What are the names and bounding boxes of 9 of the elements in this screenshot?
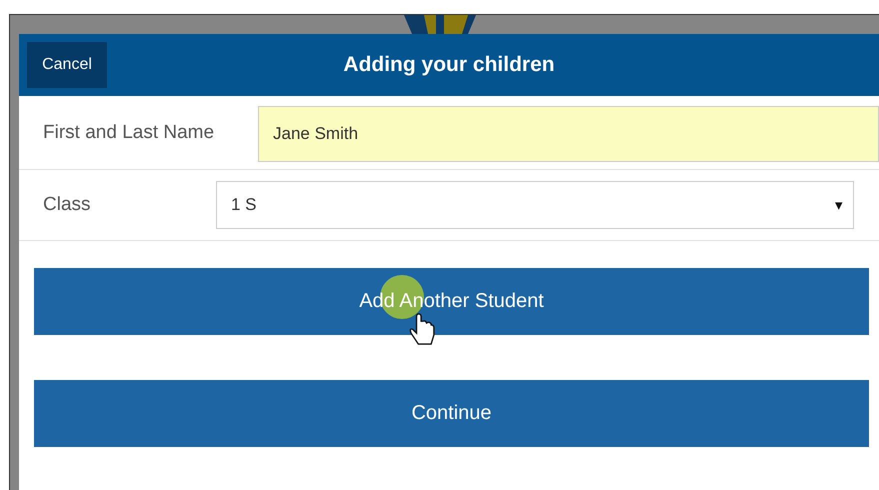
name-input-field[interactable]: Jane Smith: [258, 106, 879, 162]
action-button[interactable]: Continue: [34, 380, 869, 447]
field-label: Class: [43, 194, 92, 216]
hand-cursor-icon: [410, 313, 435, 345]
cancel-button[interactable]: Cancel: [27, 42, 107, 88]
dropdown-arrow-icon: ▾: [835, 196, 843, 214]
field-label: First and Last Name: [43, 122, 216, 144]
class-dropdown[interactable]: 1 S ▾: [216, 181, 854, 229]
dialog-title: Adding your children: [342, 53, 556, 77]
